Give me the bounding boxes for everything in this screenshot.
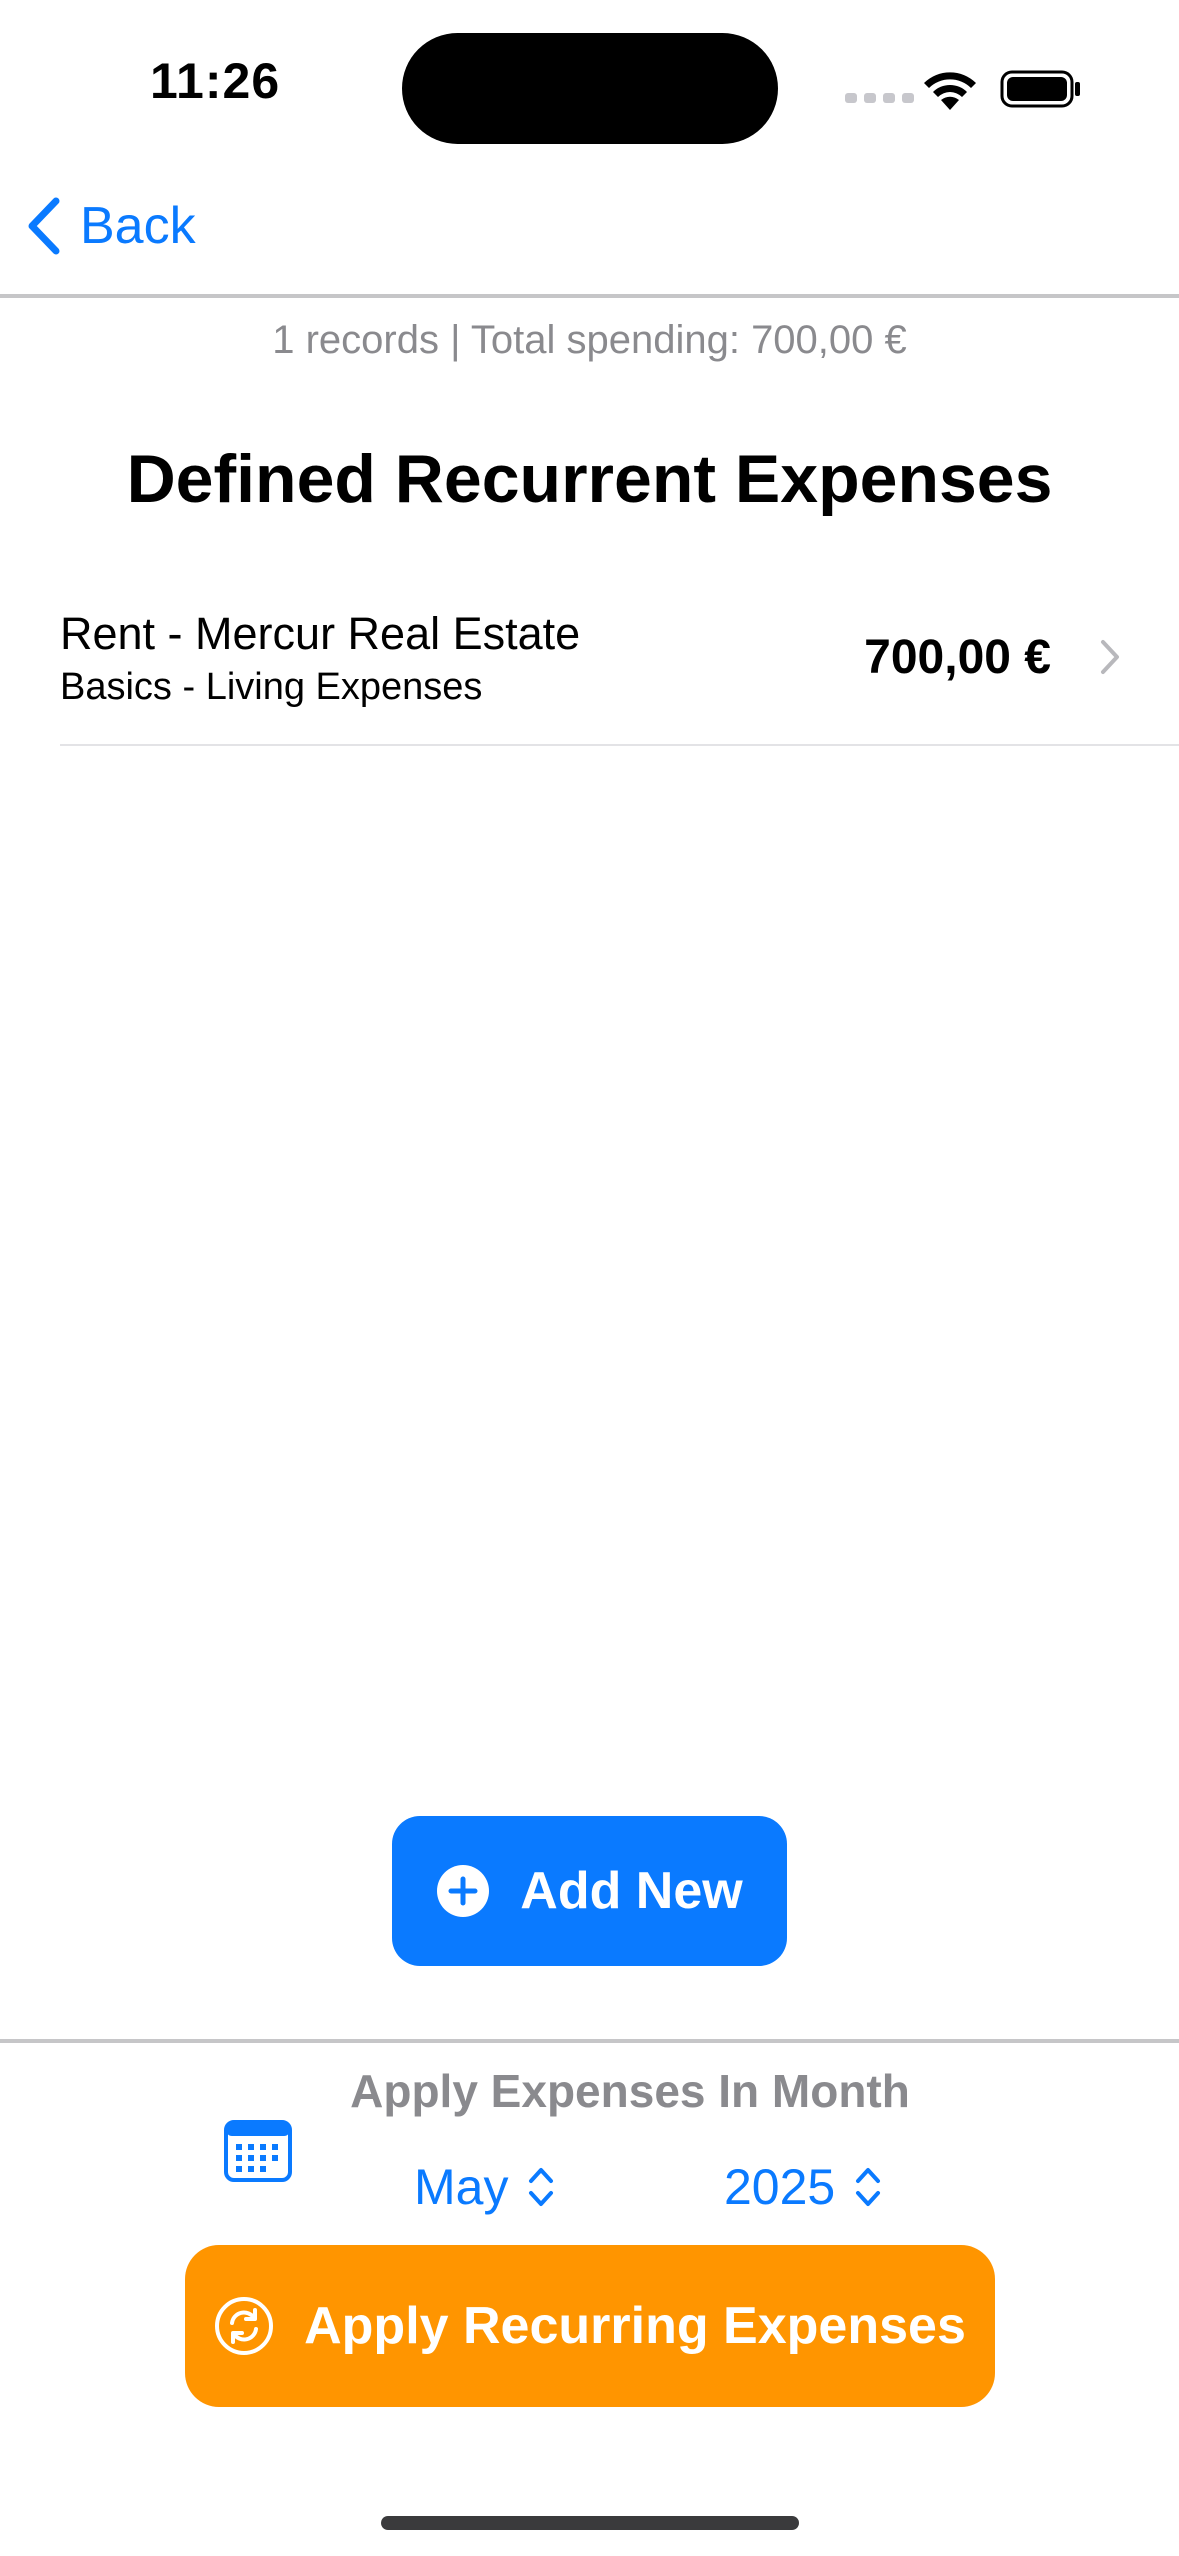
calendar-icon: [224, 2120, 292, 2182]
chevron-right-icon: [1101, 640, 1119, 674]
battery-icon: [1000, 70, 1080, 108]
apply-button-label: Apply Recurring Expenses: [304, 2297, 966, 2355]
bottom-panel-divider: [0, 2039, 1179, 2043]
year-value: 2025: [724, 2159, 836, 2215]
page-title: Defined Recurrent Expenses: [126, 441, 1053, 517]
expense-amount: 700,00 €: [864, 631, 1051, 684]
refresh-circle-icon: [215, 2297, 274, 2355]
wifi-icon: [924, 72, 976, 110]
home-indicator[interactable]: [381, 2516, 799, 2530]
apply-recurring-expenses-button[interactable]: Apply Recurring Expenses: [185, 2245, 995, 2407]
status-time: 11:26: [150, 53, 281, 109]
month-picker[interactable]: May: [414, 2152, 556, 2222]
plus-circle-icon: [437, 1865, 490, 1917]
chevron-up-down-icon: [529, 2168, 554, 2206]
apply-month-label: Apply Expenses In Month: [350, 2065, 910, 2117]
expense-title: Rent - Mercur Real Estate: [60, 608, 581, 659]
expense-category: Basics - Living Expenses: [60, 666, 483, 708]
expense-row[interactable]: Rent - Mercur Real Estate Basics - Livin…: [60, 596, 1179, 746]
row-separator: [60, 744, 1179, 746]
chevron-up-down-icon: [856, 2168, 881, 2206]
chevron-left-icon: [28, 197, 60, 255]
cellular-signal-icon: [845, 93, 914, 103]
records-summary: 1 records | Total spending: 700,00 €: [272, 318, 907, 362]
add-new-label: Add New: [520, 1862, 743, 1920]
back-label: Back: [80, 197, 196, 255]
dynamic-island: [402, 33, 778, 144]
year-picker[interactable]: 2025: [724, 2152, 883, 2222]
back-button[interactable]: Back: [24, 190, 196, 262]
month-value: May: [414, 2159, 509, 2215]
nav-divider: [0, 294, 1179, 298]
add-new-button[interactable]: Add New: [392, 1816, 787, 1966]
